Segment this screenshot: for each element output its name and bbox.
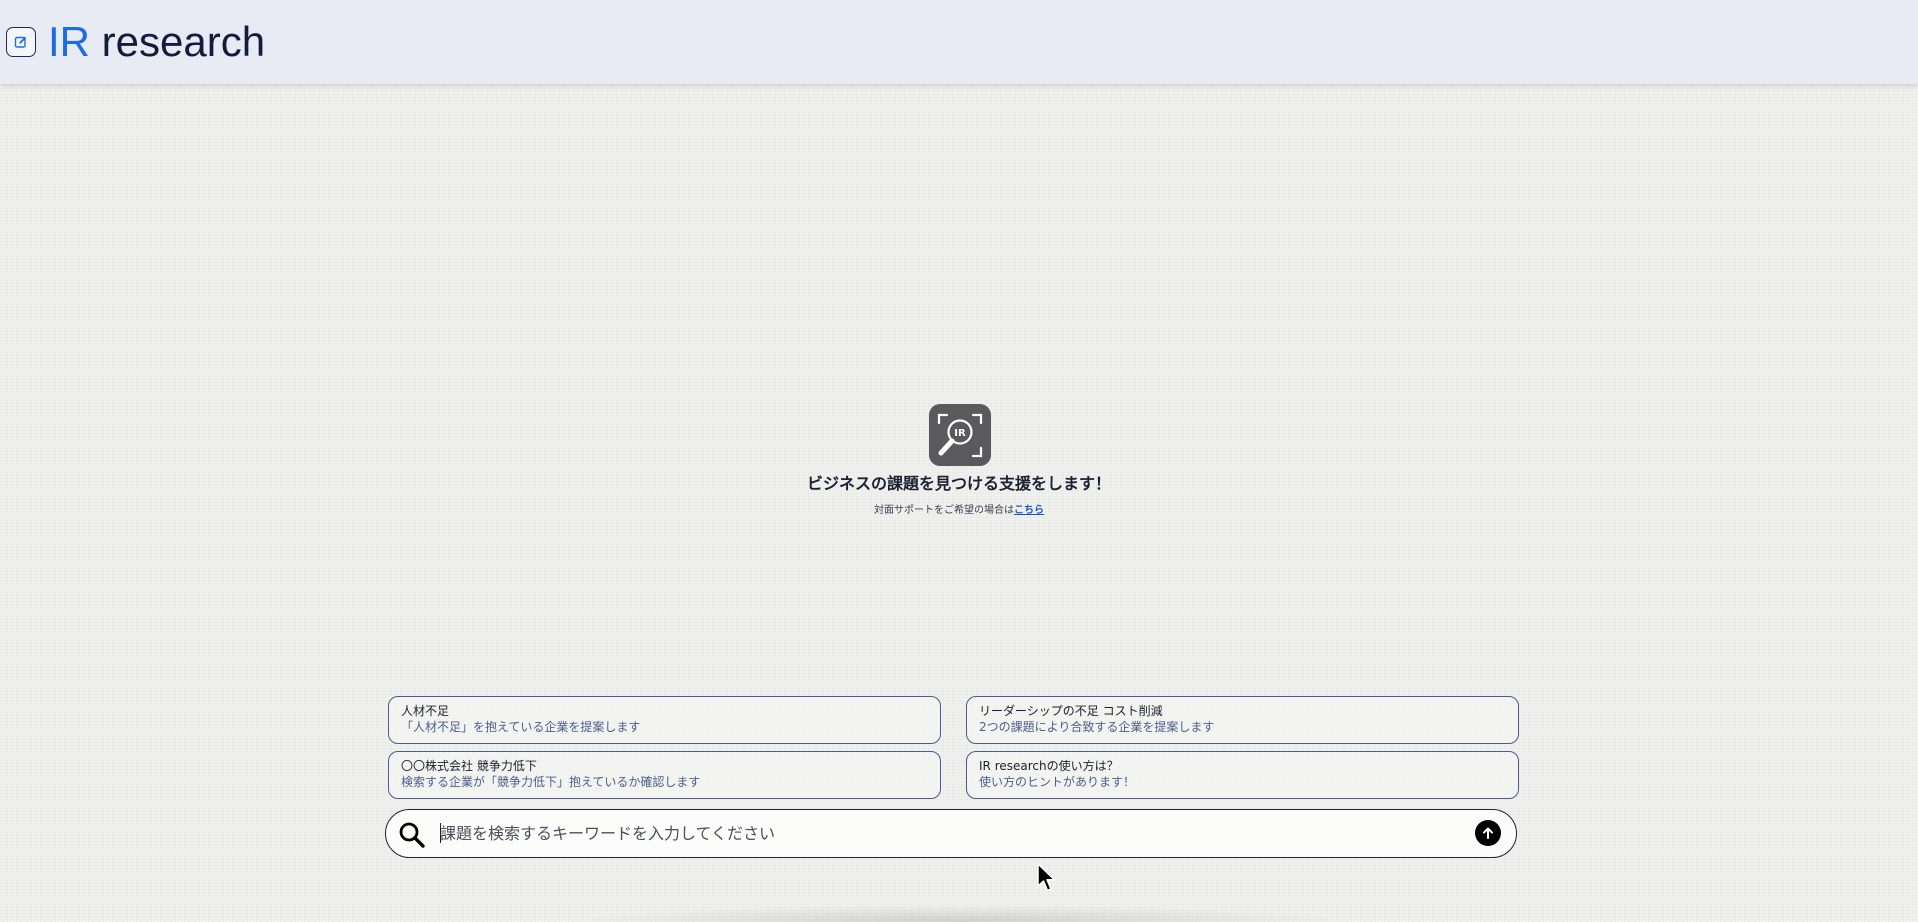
mouse-pointer-icon — [1037, 863, 1056, 892]
new-chat-button[interactable] — [6, 27, 36, 57]
edit-icon — [14, 36, 27, 48]
suggestion-card-4[interactable]: IR researchの使い方は？ 使い方のヒントがあります！ — [966, 751, 1519, 799]
submit-button[interactable] — [1475, 820, 1501, 846]
text-caret — [440, 823, 441, 843]
suggestion-title: 〇〇株式会社 競争力低下 — [401, 759, 537, 773]
ir-magnifier-icon: IR — [929, 404, 991, 466]
suggestion-card-2[interactable]: リーダーシップの不足 コスト削減 2つの課題により合致する企業を提案します — [966, 696, 1519, 744]
suggestion-card-3[interactable]: 〇〇株式会社 競争力低下 検索する企業が「競争力低下」抱えているか確認します — [388, 751, 941, 799]
search-input[interactable] — [440, 819, 1440, 847]
app-header: IR research — [0, 0, 1918, 84]
support-link[interactable]: こちら — [1014, 505, 1044, 516]
suggestion-title: リーダーシップの不足 コスト削減 — [979, 704, 1163, 718]
arrow-up-icon — [1483, 827, 1493, 839]
bottom-shadow — [570, 904, 1350, 922]
suggestion-subtitle: 使い方のヒントがあります！ — [979, 775, 1136, 789]
hero-icon-label: IR — [954, 428, 966, 439]
suggestion-subtitle: 検索する企業が「競争力低下」抱えているか確認します — [401, 775, 701, 789]
tagline: ビジネスの課題を見つける支援をします！ — [806, 474, 1111, 493]
suggestion-card-1[interactable]: 人材不足 「人材不足」を抱えている企業を提案します — [388, 696, 941, 744]
logo-research-text: research — [101, 18, 266, 65]
support-text: 対面サポートをご希望の場合は — [874, 505, 1014, 516]
logo-ir-text: IR — [48, 18, 90, 65]
suggestion-subtitle: 「人材不足」を抱えている企業を提案します — [401, 720, 641, 734]
suggestion-title: IR researchの使い方は？ — [979, 759, 1119, 773]
suggestion-subtitle: 2つの課題により合致する企業を提案します — [979, 720, 1215, 734]
support-text-line: 対面サポートをご希望の場合はこちら — [0, 503, 1918, 519]
app-logo[interactable]: IR research — [48, 16, 265, 68]
search-icon — [399, 822, 425, 848]
suggestion-title: 人材不足 — [401, 704, 450, 718]
search-bar[interactable] — [385, 809, 1517, 858]
